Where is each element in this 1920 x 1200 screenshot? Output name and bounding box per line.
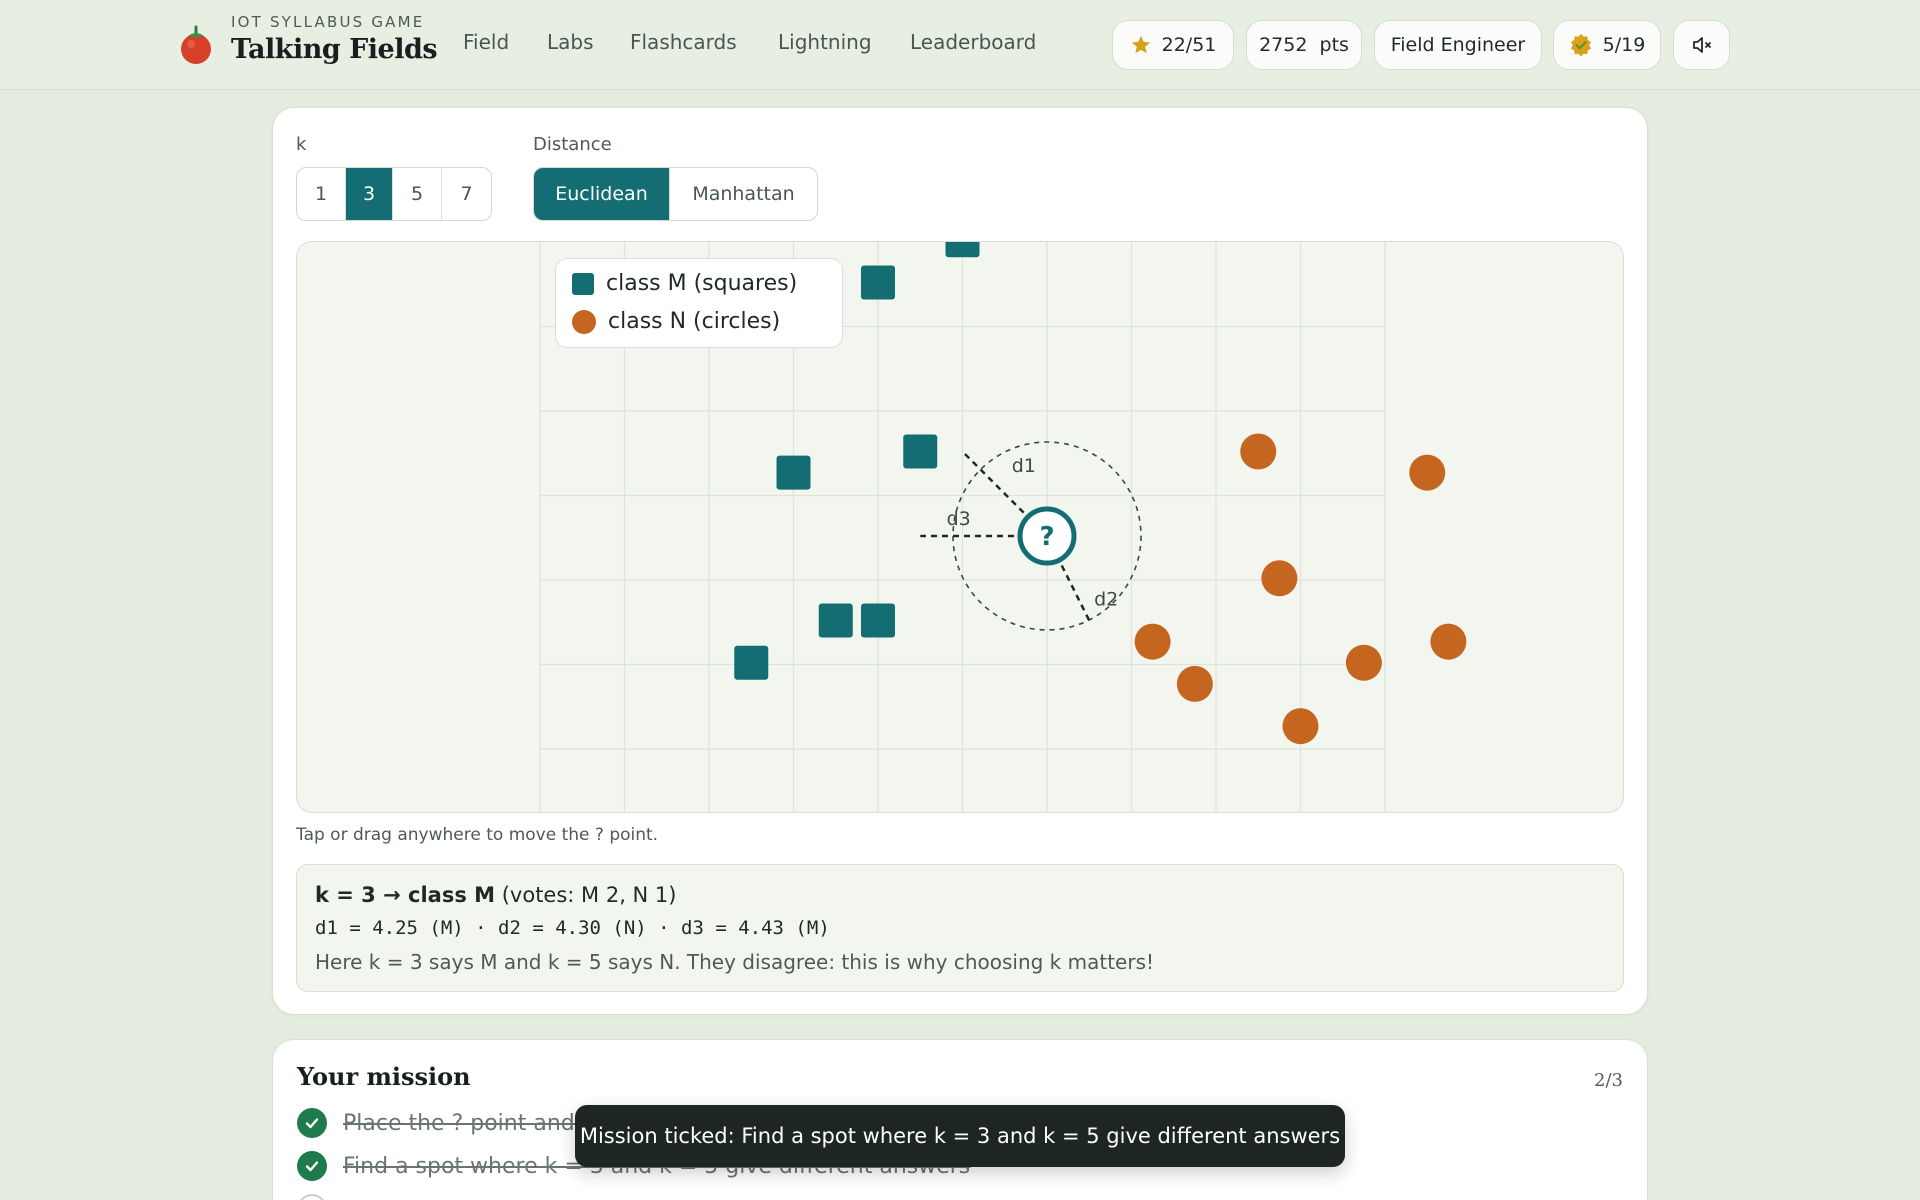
result-distances: d1 = 4.25 (M) · d2 = 4.30 (N) · d3 = 4.4… bbox=[315, 917, 830, 939]
result-panel: k = 3 → class M (votes: M 2, N 1) d1 = 4… bbox=[296, 864, 1624, 992]
class-n-point bbox=[1176, 665, 1213, 702]
circle-marker-icon bbox=[572, 309, 596, 334]
top-bar: IOT SYLLABUS GAME Talking Fields Field L… bbox=[0, 0, 1920, 90]
brand-title[interactable]: Talking Fields bbox=[231, 34, 438, 65]
result-prediction: k = 3 → class M bbox=[315, 883, 496, 907]
k-label: k bbox=[296, 134, 307, 155]
class-m-point bbox=[903, 434, 938, 469]
class-m-point bbox=[818, 603, 853, 638]
distance-euclidean[interactable]: Euclidean bbox=[534, 168, 670, 220]
class-n-point bbox=[1134, 623, 1171, 660]
k-option-1[interactable]: 1 bbox=[297, 168, 346, 220]
distance-selector: Euclidean Manhattan bbox=[533, 167, 818, 221]
class-n-point bbox=[1409, 454, 1446, 491]
query-point-label: ? bbox=[1039, 522, 1054, 552]
mission-task bbox=[297, 1194, 327, 1200]
empty-check-icon bbox=[297, 1194, 327, 1200]
brand-subtitle: IOT SYLLABUS GAME bbox=[231, 13, 425, 31]
class-m-point bbox=[776, 455, 811, 490]
stars-pill[interactable]: 22/51 bbox=[1112, 20, 1234, 70]
mission-title: Your mission bbox=[297, 1062, 471, 1091]
square-marker-icon bbox=[572, 272, 594, 295]
k-option-3[interactable]: 3 bbox=[346, 168, 393, 220]
legend-class-m: class M (squares) bbox=[572, 271, 797, 296]
plot-hint: Tap or drag anywhere to move the ? point… bbox=[296, 825, 659, 845]
distance-label: Distance bbox=[533, 134, 612, 155]
k-option-7[interactable]: 7 bbox=[442, 168, 491, 220]
distance-label: d2 bbox=[1094, 588, 1118, 610]
class-n-point bbox=[1430, 623, 1467, 660]
class-n-point bbox=[1282, 708, 1319, 745]
tomato-icon bbox=[181, 25, 211, 64]
speaker-muted-icon bbox=[1692, 37, 1711, 53]
stars-count: 22/51 bbox=[1161, 34, 1217, 56]
plot-legend: class M (squares) class N (circles) bbox=[555, 258, 843, 348]
badge-icon bbox=[1570, 34, 1591, 57]
nav-field[interactable]: Field bbox=[463, 30, 509, 54]
mission-task: Place the ? point and c bbox=[297, 1108, 594, 1138]
nav-lightning[interactable]: Lightning bbox=[778, 30, 872, 54]
check-icon bbox=[297, 1108, 327, 1138]
nav-leaderboard[interactable]: Leaderboard bbox=[910, 30, 1036, 54]
points-pill[interactable]: 2752 pts bbox=[1246, 20, 1362, 70]
class-n-point bbox=[1345, 644, 1382, 681]
rank-label: Field Engineer bbox=[1390, 34, 1526, 56]
class-m-point bbox=[734, 645, 769, 680]
mute-button[interactable] bbox=[1673, 20, 1730, 70]
rank-pill[interactable]: Field Engineer bbox=[1374, 20, 1542, 70]
class-m-point bbox=[861, 265, 895, 300]
class-m-point bbox=[861, 603, 895, 638]
legend-class-n: class N (circles) bbox=[572, 309, 780, 334]
distance-label: d1 bbox=[1012, 455, 1036, 477]
class-n-point bbox=[1261, 560, 1298, 597]
result-note: Here k = 3 says M and k = 5 says N. They… bbox=[315, 950, 1155, 974]
legend-class-n-label: class N (circles) bbox=[608, 309, 781, 334]
star-icon bbox=[1131, 35, 1150, 54]
points-value: 2752 pts bbox=[1259, 34, 1349, 56]
mission-task-label: Place the ? point and c bbox=[343, 1110, 594, 1136]
class-n-point bbox=[1240, 433, 1277, 470]
nav-flashcards[interactable]: Flashcards bbox=[630, 30, 737, 54]
result-headline: k = 3 → class M (votes: M 2, N 1) bbox=[315, 883, 676, 907]
k-option-5[interactable]: 5 bbox=[393, 168, 442, 220]
mission-progress: 2/3 bbox=[1594, 1070, 1623, 1091]
distance-manhattan[interactable]: Manhattan bbox=[670, 168, 817, 220]
knn-plot-canvas[interactable]: d1 d2 d3? bbox=[297, 242, 1624, 813]
toast-notification: Mission ticked: Find a spot where k = 3 … bbox=[575, 1105, 1345, 1167]
k-selector: 1 3 5 7 bbox=[296, 167, 492, 221]
result-votes: (votes: M 2, N 1) bbox=[495, 883, 677, 907]
legend-class-m-label: class M (squares) bbox=[606, 271, 798, 296]
nav-labs[interactable]: Labs bbox=[547, 30, 594, 54]
class-m-point bbox=[945, 242, 980, 258]
check-icon bbox=[297, 1151, 327, 1181]
distance-label: d3 bbox=[947, 508, 971, 530]
knn-plot[interactable]: d1 d2 d3? class M (squares) class N (circl… bbox=[296, 241, 1624, 813]
badges-pill[interactable]: 5/19 bbox=[1553, 20, 1661, 70]
badges-count: 5/19 bbox=[1602, 34, 1646, 56]
